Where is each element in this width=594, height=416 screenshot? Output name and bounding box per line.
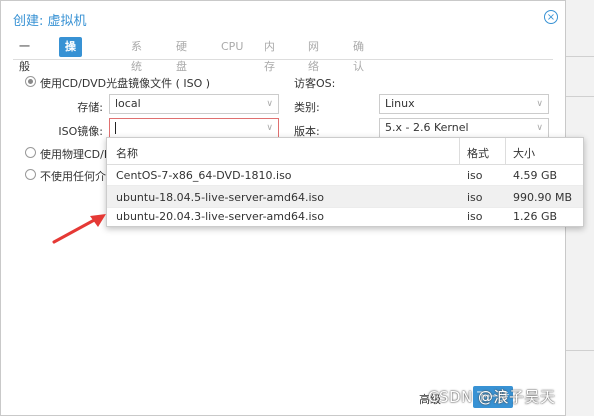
iso-row-name: ubuntu-18.04.5-live-server-amd64.iso — [116, 191, 325, 204]
option-physical-label: 使用物理CD/D — [40, 148, 113, 161]
tab-memory[interactable]: 内存 — [258, 37, 281, 73]
radio-physical[interactable] — [25, 147, 36, 158]
close-icon[interactable]: × — [544, 10, 558, 24]
guest-type-select[interactable]: Linux ∨ — [379, 94, 549, 114]
guest-version-value: 5.x - 2.6 Kernel — [385, 121, 469, 134]
iso-row-name: ubuntu-20.04.3-live-server-amd64.iso — [116, 210, 325, 223]
tab-os[interactable]: 操作系统 — [59, 37, 82, 113]
tab-network[interactable]: 网络 — [302, 37, 325, 73]
radio-iso[interactable] — [25, 76, 36, 87]
header-name[interactable]: 名称 — [116, 145, 138, 161]
annotation-arrow-icon — [52, 214, 106, 244]
iso-row-format: iso — [467, 210, 483, 223]
tab-disk[interactable]: 硬盘 — [170, 37, 193, 73]
guest-version-select[interactable]: 5.x - 2.6 Kernel ∨ — [379, 118, 549, 138]
chevron-down-icon: ∨ — [536, 123, 543, 133]
iso-row[interactable]: CentOS-7-x86_64-DVD-1810.iso iso 4.59 GB — [107, 164, 583, 186]
tab-confirm[interactable]: 确认 — [347, 37, 370, 73]
iso-row-name: CentOS-7-x86_64-DVD-1810.iso — [116, 169, 292, 182]
iso-row-format: iso — [467, 169, 483, 182]
watermark: CSDN @浪子吴天 — [428, 388, 556, 406]
guest-os-title: 访客OS: — [294, 77, 336, 90]
iso-label: ISO镜像: — [58, 125, 103, 138]
iso-select[interactable]: ∨ — [109, 118, 279, 138]
tab-general[interactable]: 一般 — [13, 37, 36, 73]
column-divider — [505, 138, 506, 164]
iso-row-size: 4.59 GB — [513, 169, 558, 182]
storage-label: 存储: — [77, 101, 103, 114]
chevron-down-icon: ∨ — [266, 99, 273, 109]
iso-row-size: 1.26 GB — [513, 210, 558, 223]
iso-row-format: iso — [467, 191, 483, 204]
iso-row-size: 990.90 MB — [513, 191, 573, 204]
chevron-down-icon: ∨ — [536, 99, 543, 109]
tab-divider — [13, 59, 553, 60]
guest-type-label: 类别: — [294, 101, 320, 114]
tab-cpu[interactable]: CPU — [215, 37, 249, 57]
header-size[interactable]: 大小 — [513, 145, 535, 161]
tab-system[interactable]: 系统 — [125, 37, 148, 73]
dropdown-header: 名称 格式 大小 — [107, 138, 583, 165]
iso-row[interactable]: ubuntu-20.04.3-live-server-amd64.iso iso… — [107, 205, 583, 226]
chevron-down-icon: ∨ — [266, 123, 273, 133]
storage-select[interactable]: local ∨ — [109, 94, 279, 114]
header-format[interactable]: 格式 — [467, 145, 489, 161]
dialog-title: 创建: 虚拟机 — [13, 14, 87, 29]
guest-type-value: Linux — [385, 97, 415, 110]
radio-none[interactable] — [25, 169, 36, 180]
storage-value: local — [115, 97, 141, 110]
option-iso-label: 使用CD/DVD光盘镜像文件 ( ISO ) — [40, 77, 211, 90]
column-divider — [459, 138, 460, 164]
text-cursor — [115, 122, 116, 134]
iso-dropdown: 名称 格式 大小 CentOS-7-x86_64-DVD-1810.iso is… — [106, 137, 584, 227]
